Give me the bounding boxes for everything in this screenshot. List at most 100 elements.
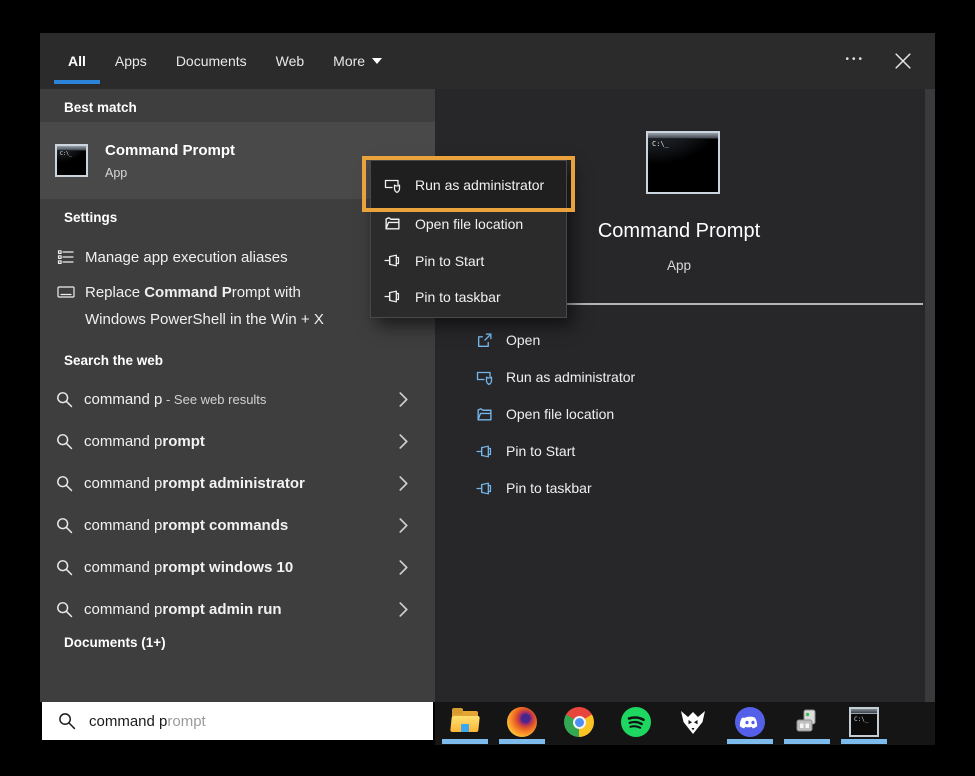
menu-item-label: Pin to taskbar <box>415 289 501 305</box>
tab-documents[interactable]: Documents <box>176 33 247 89</box>
menu-item-label: Run as administrator <box>415 177 544 193</box>
preview-action-open-file-location[interactable]: Open file location <box>435 397 925 431</box>
search-suggestion-text: rompt <box>167 713 205 730</box>
settings-item-label: Replace Command Prompt withWindows Power… <box>85 279 324 333</box>
chevron-right-icon[interactable] <box>399 602 408 617</box>
options-ellipsis-icon[interactable]: ••• <box>845 54 865 65</box>
chevron-down-icon <box>372 58 382 64</box>
web-suggestion[interactable]: command p rompt commands <box>40 507 435 543</box>
context-menu-run-as-administrator[interactable]: Run as administrator <box>371 161 566 209</box>
taskbar-icon-discord[interactable] <box>735 702 765 745</box>
taskbar: C:\_ <box>435 702 935 745</box>
search-flyout: All Apps Documents Web More ••• Best mat… <box>40 33 935 745</box>
tab-apps-label: Apps <box>115 53 147 69</box>
web-suggestion[interactable]: command p rompt windows 10 <box>40 549 435 585</box>
taskbar-icon-file-explorer[interactable] <box>450 702 480 745</box>
chrome-icon <box>564 707 594 737</box>
run-as-admin-icon <box>384 177 404 194</box>
tab-web[interactable]: Web <box>276 33 305 89</box>
search-icon <box>56 601 73 618</box>
taskbar-icon-3d-utility[interactable] <box>792 702 822 745</box>
chevron-right-icon[interactable] <box>399 434 408 449</box>
taskbar-icon-foobar2000[interactable] <box>678 702 708 745</box>
action-label: Run as administrator <box>506 369 635 385</box>
suggestion-text: command p <box>84 433 162 450</box>
tab-documents-label: Documents <box>176 53 247 69</box>
suggestion-completion: rompt commands <box>162 517 288 534</box>
suggestion-text: command p <box>84 601 162 618</box>
tab-web-label: Web <box>276 53 305 69</box>
taskbar-active-indicator <box>499 739 545 744</box>
scrollbar[interactable] <box>925 89 935 702</box>
preview-action-pin-to-start[interactable]: Pin to Start <box>435 434 925 468</box>
search-input[interactable]: command prompt <box>42 702 433 740</box>
suggestion-suffix: - See web results <box>162 392 266 407</box>
search-typed-text: command p <box>89 713 167 730</box>
search-web-header: Search the web <box>64 353 163 368</box>
close-icon[interactable] <box>895 53 911 69</box>
preview-action-open[interactable]: Open <box>435 323 925 357</box>
foobar2000-icon <box>678 707 708 737</box>
context-menu-pin-to-taskbar[interactable]: Pin to taskbar <box>371 278 566 315</box>
action-label: Open <box>506 332 540 348</box>
taskbar-active-indicator <box>442 739 488 744</box>
suggestion-completion: rompt administrator <box>162 475 305 492</box>
chevron-right-icon[interactable] <box>399 560 408 575</box>
best-match-text: Command Prompt App <box>105 142 235 180</box>
web-suggestion[interactable]: command p rompt administrator <box>40 465 435 501</box>
open-icon <box>476 332 496 349</box>
tab-more-label: More <box>333 53 365 69</box>
suggestion-completion: rompt <box>162 433 205 450</box>
tab-apps[interactable]: Apps <box>115 33 147 89</box>
spotify-icon <box>621 707 651 737</box>
best-match-title: Command Prompt <box>105 142 235 159</box>
screen: All Apps Documents Web More ••• Best mat… <box>0 0 975 776</box>
context-menu: Run as administrator Open file location … <box>370 160 567 318</box>
search-icon <box>58 712 76 730</box>
context-menu-pin-to-start[interactable]: Pin to Start <box>371 242 566 279</box>
preview-action-run-as-administrator[interactable]: Run as administrator <box>435 360 925 394</box>
taskbar-icon-spotify[interactable] <box>621 702 651 745</box>
web-suggestion[interactable]: command p rompt admin run <box>40 591 435 627</box>
cmd-prompt-glyph: C:\_ <box>652 140 669 148</box>
3d-utility-icon <box>792 707 822 737</box>
firefox-icon <box>507 707 537 737</box>
suggestion-completion: rompt admin run <box>162 601 281 618</box>
suggestion-text: command p <box>84 391 162 408</box>
chevron-right-icon[interactable] <box>399 476 408 491</box>
command-prompt-icon: C:\_ <box>849 707 879 737</box>
search-icon <box>56 433 73 450</box>
suggestion-text: command p <box>84 475 162 492</box>
taskbar-active-indicator <box>841 739 887 744</box>
taskbar-icon-command-prompt[interactable]: C:\_ <box>849 702 879 745</box>
context-menu-open-file-location[interactable]: Open file location <box>371 205 566 242</box>
taskbar-icon-chrome[interactable] <box>564 702 594 745</box>
cmd-titlebar <box>648 133 718 139</box>
tab-all[interactable]: All <box>68 33 86 89</box>
settings-header: Settings <box>64 210 117 225</box>
menu-item-label: Pin to Start <box>415 253 484 269</box>
chevron-right-icon[interactable] <box>399 392 408 407</box>
run-as-admin-icon <box>476 369 496 386</box>
taskbar-active-indicator <box>784 739 830 744</box>
pin-icon <box>384 252 404 269</box>
taskbar-active-indicator <box>727 739 773 744</box>
search-icon <box>56 391 73 408</box>
taskbar-icon-firefox[interactable] <box>507 702 537 745</box>
action-label: Open file location <box>506 406 614 422</box>
tab-bar: All Apps Documents Web More ••• <box>40 33 935 89</box>
pin-icon <box>384 288 404 305</box>
cmd-prompt-glyph: C:\_ <box>60 151 72 157</box>
window-icon <box>57 285 75 299</box>
folder-icon <box>476 406 496 423</box>
best-match-subtitle: App <box>105 166 235 180</box>
pin-icon <box>476 480 496 497</box>
chevron-right-icon[interactable] <box>399 518 408 533</box>
preview-action-pin-to-taskbar[interactable]: Pin to taskbar <box>435 471 925 505</box>
search-icon <box>56 517 73 534</box>
web-suggestion[interactable]: command p rompt <box>40 423 435 459</box>
menu-item-label: Open file location <box>415 216 523 232</box>
web-suggestion-see-results[interactable]: command p - See web results <box>40 381 435 417</box>
window-controls: ••• <box>845 53 935 69</box>
tab-more[interactable]: More <box>333 33 382 89</box>
